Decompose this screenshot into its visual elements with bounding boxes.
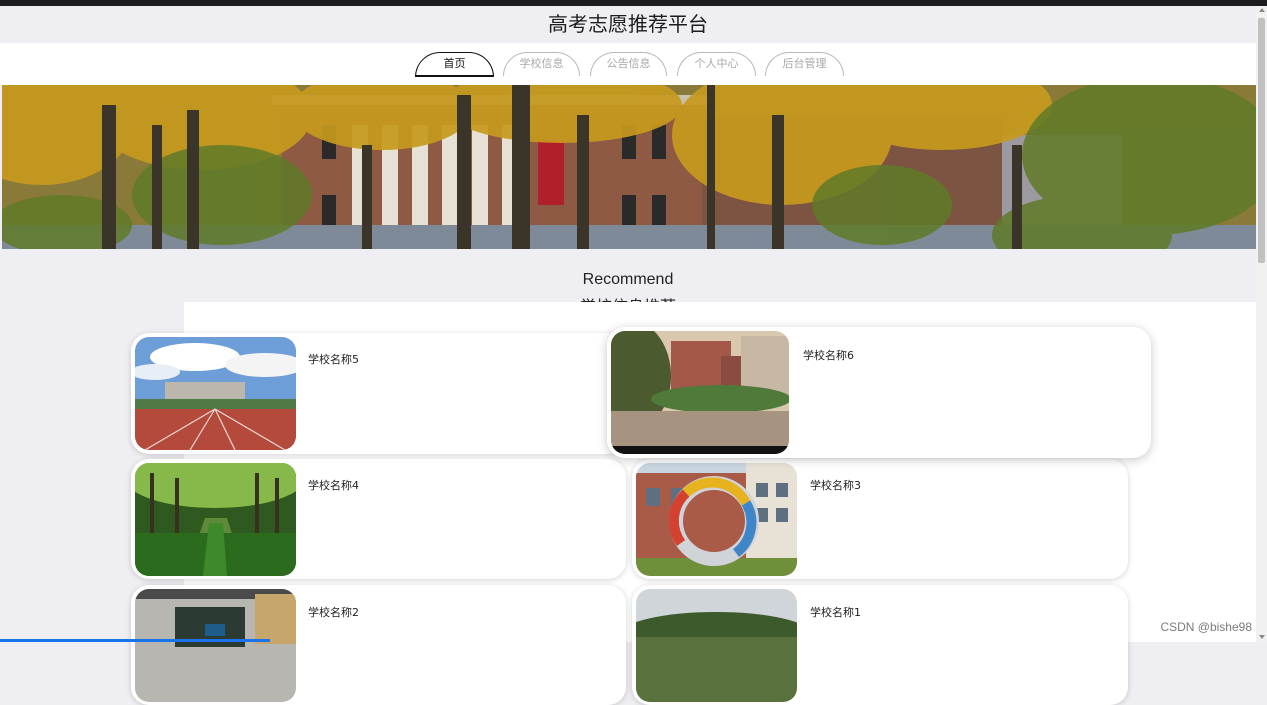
scrollbar-thumb[interactable]	[1258, 18, 1265, 263]
school-thumbnail	[135, 463, 296, 576]
csdn-watermark: CSDN @bishe98	[1160, 620, 1252, 634]
school-card[interactable]: 学校名称5	[131, 333, 626, 454]
scroll-down-arrow-icon[interactable]	[1259, 635, 1265, 639]
tab-admin[interactable]: 后台管理	[765, 52, 844, 76]
scroll-up-arrow-icon[interactable]	[1259, 8, 1265, 12]
tab-announcements[interactable]: 公告信息	[590, 52, 667, 76]
school-name: 学校名称6	[803, 349, 854, 362]
campus-banner-image	[2, 85, 1256, 249]
school-thumbnail	[135, 589, 296, 702]
school-card[interactable]: 学校名称1	[632, 585, 1128, 705]
school-card[interactable]: 学校名称6	[607, 327, 1151, 458]
main-nav: 首页 学校信息 公告信息 个人中心 后台管理	[0, 43, 1256, 85]
school-name: 学校名称3	[810, 479, 861, 492]
school-name: 学校名称4	[308, 479, 359, 492]
school-thumbnail	[636, 463, 797, 576]
vertical-scrollbar[interactable]	[1256, 6, 1267, 642]
school-name: 学校名称1	[810, 606, 861, 619]
site-title: 高考志愿推荐平台	[548, 12, 708, 36]
school-thumbnail	[611, 331, 789, 454]
school-name: 学校名称5	[308, 353, 359, 366]
school-name: 学校名称2	[308, 606, 359, 619]
school-thumbnail	[636, 589, 797, 702]
tab-home[interactable]: 首页	[415, 52, 494, 77]
school-card[interactable]: 学校名称2	[131, 585, 626, 705]
tab-school-info[interactable]: 学校信息	[503, 52, 580, 76]
school-thumbnail	[135, 337, 296, 450]
tab-personal-center[interactable]: 个人中心	[677, 52, 756, 76]
school-card[interactable]: 学校名称4	[131, 459, 626, 579]
section-title-en: Recommend	[582, 271, 674, 288]
school-card[interactable]: 学校名称3	[632, 459, 1128, 579]
